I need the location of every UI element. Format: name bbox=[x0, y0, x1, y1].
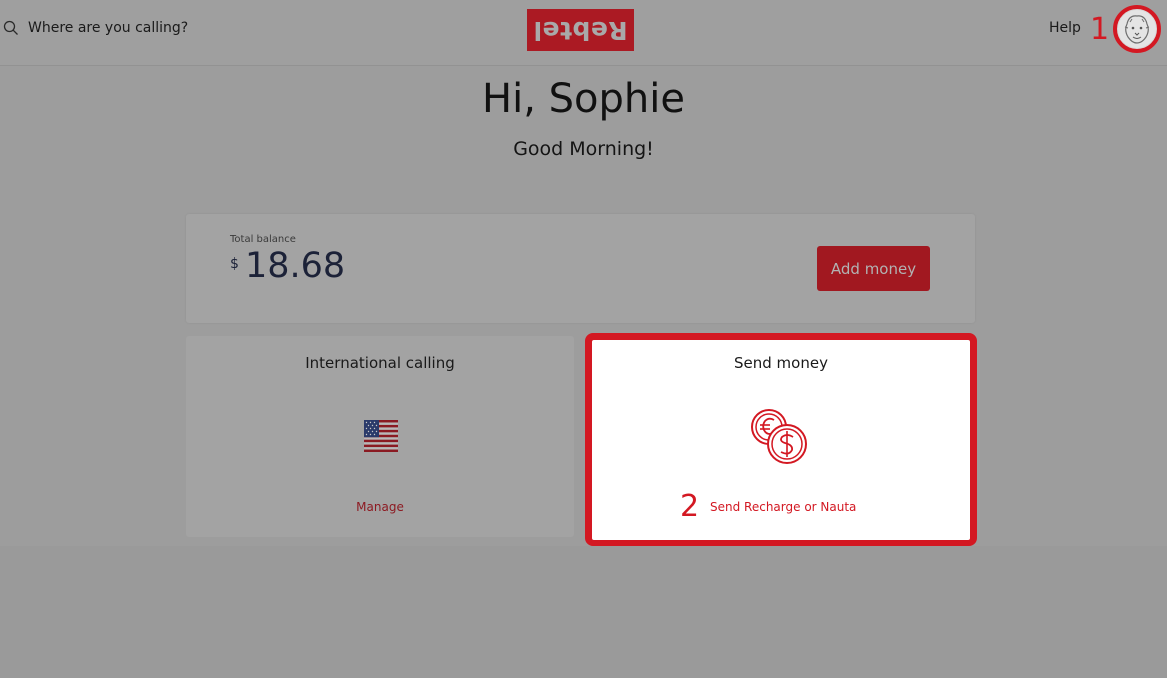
annotation-marker-2: 2 bbox=[680, 489, 700, 524]
help-link[interactable]: Help bbox=[1049, 20, 1081, 36]
balance-currency: $ bbox=[230, 256, 239, 272]
international-calling-card[interactable]: International calling Manage bbox=[186, 336, 574, 537]
rebtel-logo[interactable]: Rebtel bbox=[527, 9, 634, 51]
greeting-subtitle: Good Morning! bbox=[513, 138, 654, 160]
search-icon[interactable] bbox=[3, 20, 19, 36]
search-input[interactable]: Where are you calling? bbox=[28, 20, 188, 36]
logo-text: Rebtel bbox=[533, 15, 628, 45]
top-header: Where are you calling? Rebtel Help 1 bbox=[0, 0, 1167, 66]
euro-dollar-coins-icon bbox=[749, 407, 811, 467]
avatar[interactable] bbox=[1113, 5, 1161, 53]
balance-label: Total balance bbox=[230, 234, 296, 245]
send-money-title: Send money bbox=[734, 354, 828, 372]
us-flag-icon bbox=[364, 420, 398, 452]
send-money-card[interactable]: Send money Send Recharge or Nauta bbox=[592, 340, 970, 540]
add-money-button[interactable]: Add money bbox=[817, 246, 930, 291]
balance-card: Total balance $ 18.68 Add money bbox=[186, 214, 975, 323]
manage-link[interactable]: Manage bbox=[186, 500, 574, 514]
send-recharge-link[interactable]: Send Recharge or Nauta bbox=[710, 500, 856, 514]
lion-avatar-icon bbox=[1118, 10, 1156, 48]
balance-amount: 18.68 bbox=[245, 246, 346, 286]
international-calling-title: International calling bbox=[305, 354, 455, 372]
annotation-marker-1: 1 bbox=[1090, 12, 1110, 47]
page-title: Hi, Sophie bbox=[482, 76, 685, 122]
